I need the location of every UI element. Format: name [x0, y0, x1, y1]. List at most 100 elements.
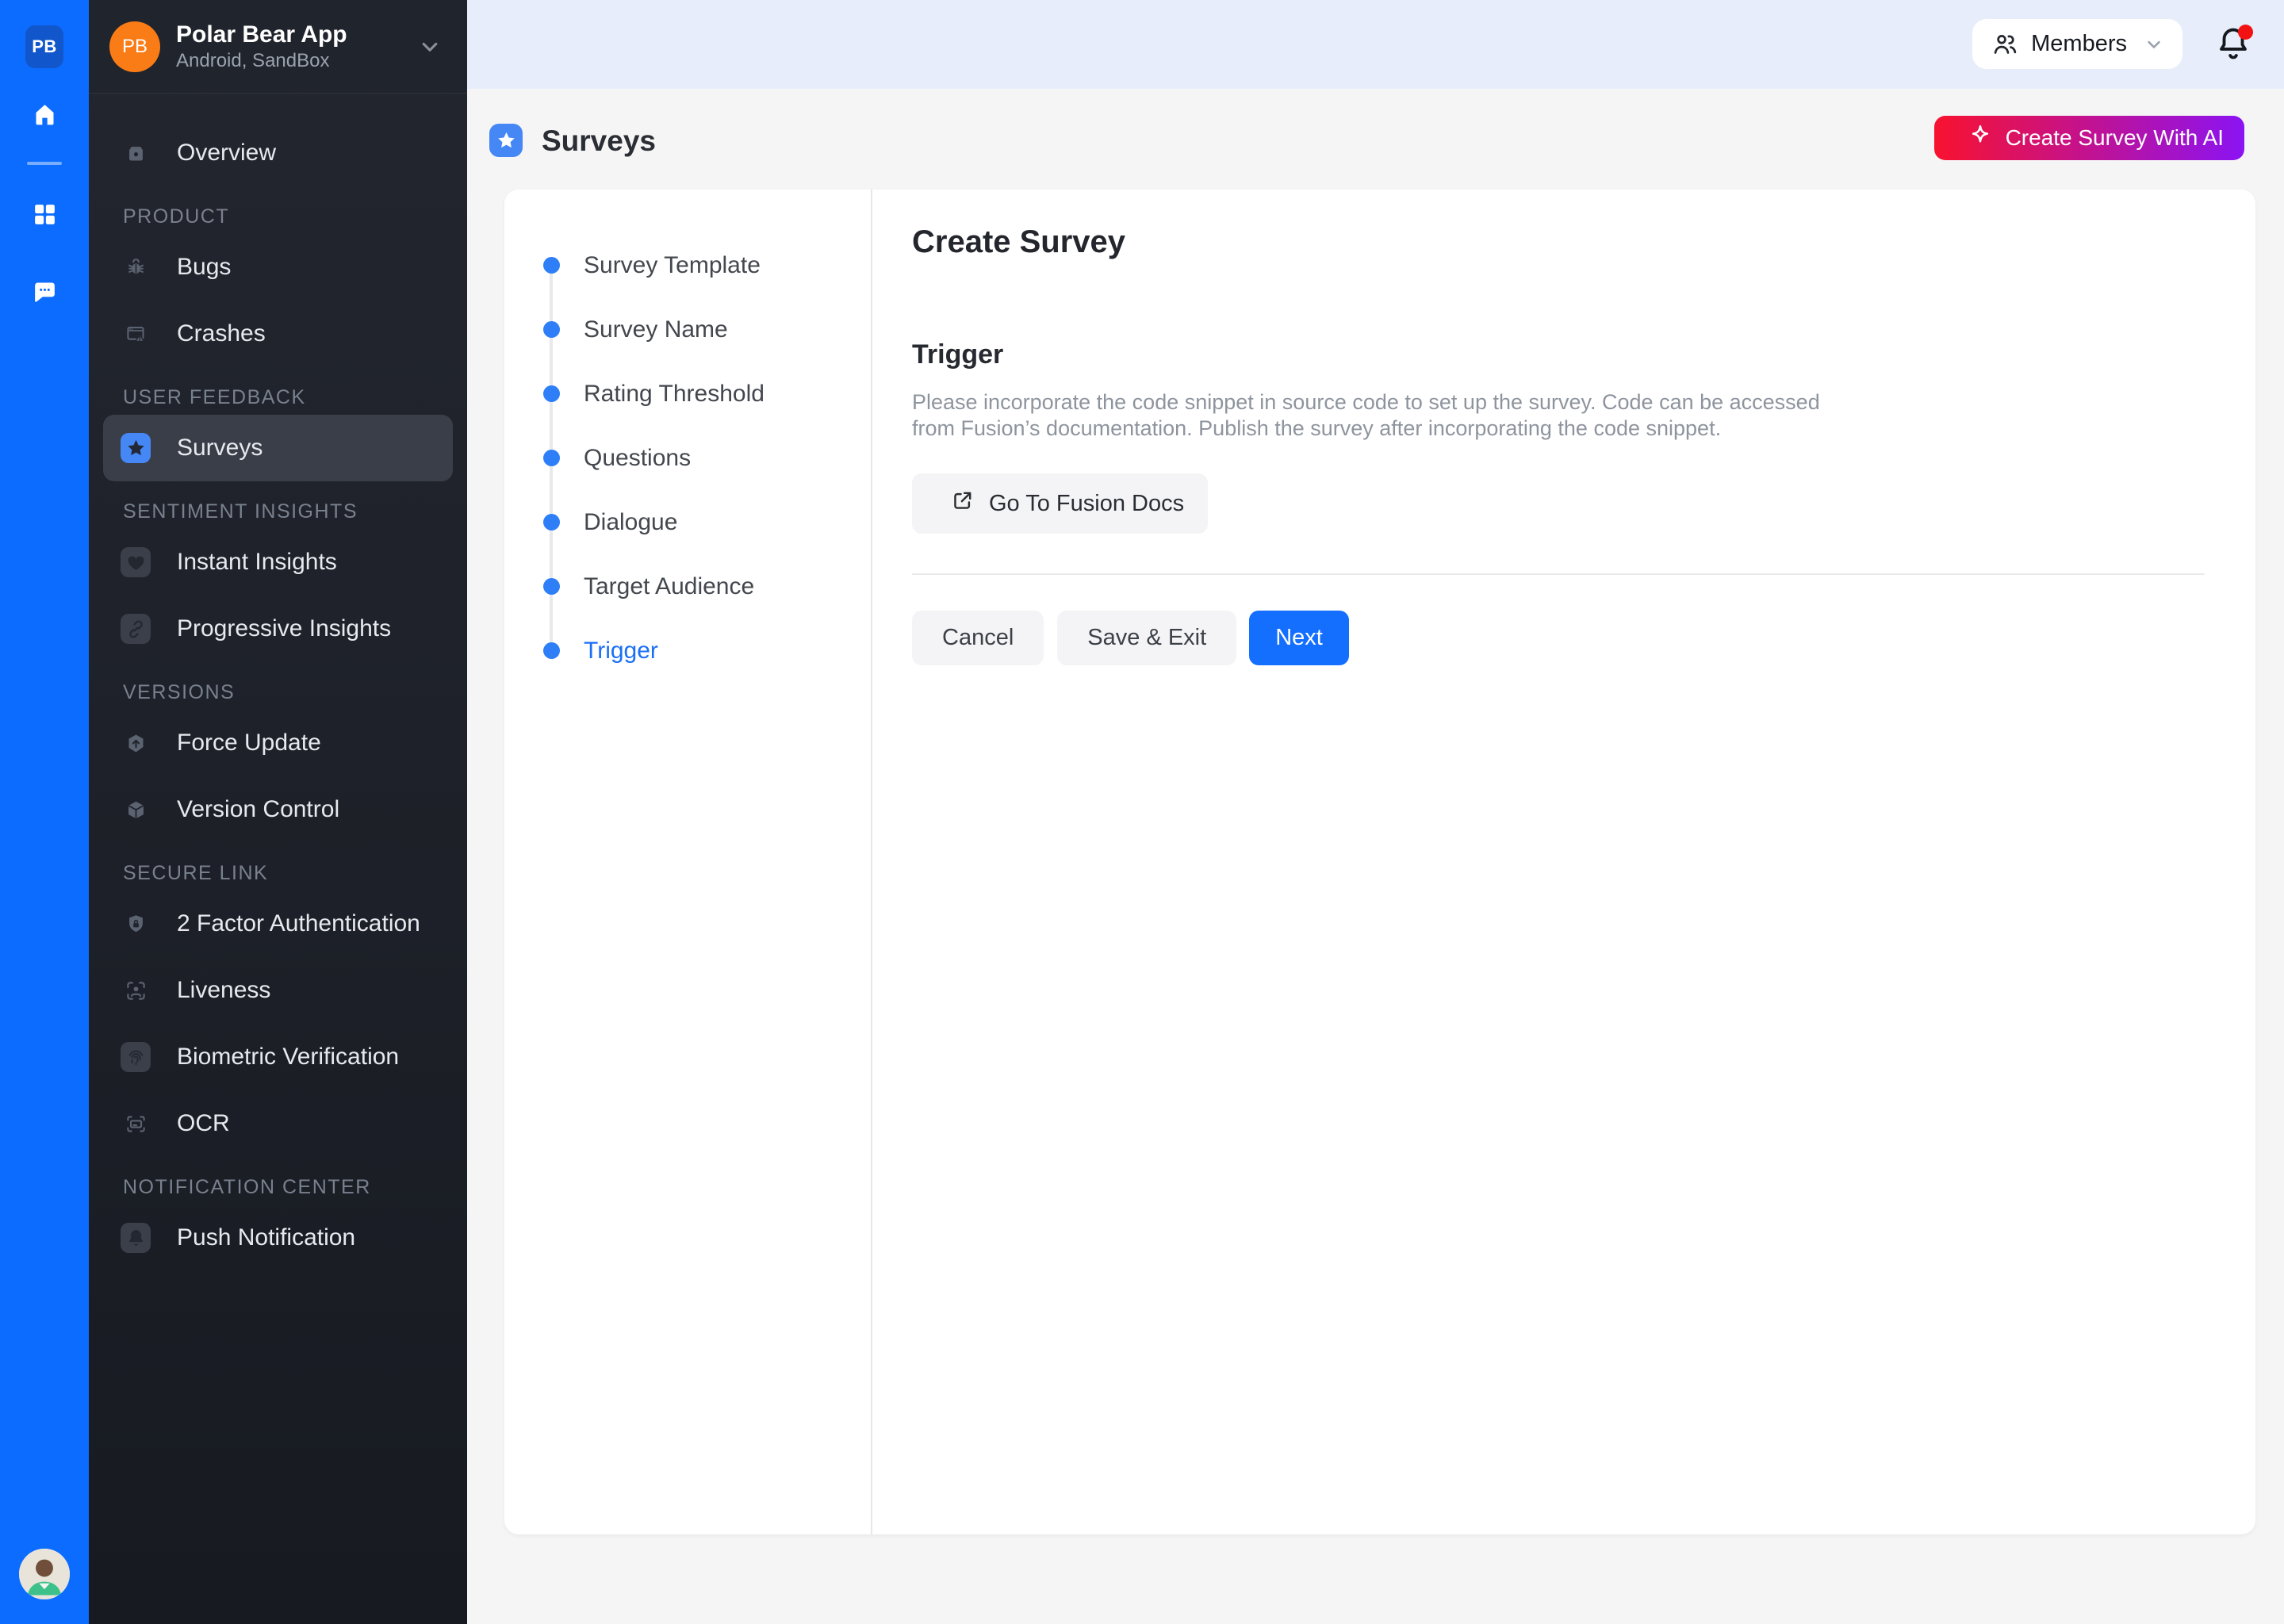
workspace-badge[interactable]: PB	[25, 25, 63, 68]
members-button[interactable]: Members	[1972, 19, 2182, 69]
sidebar-item-label: OCR	[177, 1110, 230, 1137]
hexagon-arrow-up-icon	[121, 728, 151, 758]
page-header: Surveys Create Survey With AI	[467, 89, 2284, 190]
sidebar-item-label: Instant Insights	[177, 549, 337, 576]
nav-section-versions: VERSIONS	[103, 675, 453, 710]
step-label: Dialogue	[584, 509, 677, 536]
step-dot	[543, 450, 560, 466]
page-title: Surveys	[542, 124, 656, 159]
step-dot	[543, 642, 560, 659]
topbar: Members	[467, 0, 2284, 89]
sidebar-item-liveness[interactable]: Liveness	[103, 957, 453, 1024]
chevron-down-icon	[416, 33, 443, 60]
nav-section-notification-center: NOTIFICATION CENTER	[103, 1170, 453, 1205]
save-and-exit-button[interactable]: Save & Exit	[1057, 611, 1236, 665]
link-icon	[121, 614, 151, 644]
sidebar-nav: Overview PRODUCTBugsCrashes USER FEEDBACK S…	[89, 94, 467, 1271]
sidebar-item-label: Progressive Insights	[177, 615, 391, 642]
shield-lock-icon	[121, 909, 151, 939]
people-icon	[1991, 31, 2018, 58]
bug-icon	[121, 252, 151, 282]
rail-divider	[27, 162, 62, 165]
step-dot	[543, 514, 560, 530]
sidebar-item-label: Biometric Verification	[177, 1044, 399, 1071]
step-description: Please incorporate the code snippet in s…	[912, 389, 1840, 442]
wizard-actions: Cancel Save & Exit Next	[912, 611, 2205, 665]
app-subtitle: Android, SandBox	[176, 49, 416, 73]
app-rail: PB	[0, 0, 89, 1624]
sidebar-item-progressive-insights[interactable]: Progressive Insights	[103, 596, 453, 662]
sidebar-item-surveys[interactable]: Surveys	[103, 415, 453, 481]
sidebar-item-label: 2 Factor Authentication	[177, 910, 420, 937]
sidebar-item-bugs[interactable]: Bugs	[103, 234, 453, 301]
sidebar-item-ocr[interactable]: OCR	[103, 1090, 453, 1157]
bell-icon	[2215, 52, 2251, 66]
footer-divider	[912, 573, 2205, 575]
step-label: Questions	[584, 445, 691, 472]
create-survey-card: Survey Template Survey Name Rating Thresho…	[504, 190, 2255, 1534]
notifications-button[interactable]	[2215, 26, 2251, 63]
sidebar-item-label: Push Notification	[177, 1224, 355, 1251]
face-scan-icon	[121, 975, 151, 1005]
step-label: Survey Name	[584, 316, 728, 343]
app-switcher[interactable]: PB Polar Bear App Android, SandBox	[89, 0, 467, 94]
step-label: Rating Threshold	[584, 381, 765, 408]
surveys-star-icon	[489, 124, 523, 157]
home-icon[interactable]	[22, 92, 67, 136]
chat-icon[interactable]	[22, 269, 67, 313]
nav-section-product: PRODUCT	[103, 199, 453, 234]
sidebar: PB Polar Bear App Android, SandBox Overv…	[89, 0, 467, 1624]
sidebar-item-crashes[interactable]: Crashes	[103, 301, 453, 367]
step-questions[interactable]: Questions	[504, 426, 871, 490]
step-trigger[interactable]: Trigger	[504, 619, 871, 683]
app-avatar: PB	[109, 21, 160, 72]
step-dot	[543, 321, 560, 338]
step-target-audience[interactable]: Target Audience	[504, 554, 871, 619]
star-icon	[121, 433, 151, 463]
step-rating-threshold[interactable]: Rating Threshold	[504, 362, 871, 426]
heart-icon	[121, 547, 151, 577]
notification-dot	[2238, 25, 2253, 40]
nav-section-secure-link: SECURE LINK	[103, 856, 453, 891]
wizard-panel: Create Survey Trigger Please incorporate…	[872, 190, 2255, 1534]
sidebar-item-2-factor-authentication[interactable]: 2 Factor Authentication	[103, 891, 453, 957]
sidebar-item-version-control[interactable]: Version Control	[103, 776, 453, 843]
user-avatar[interactable]	[19, 1549, 70, 1599]
fingerprint-icon	[121, 1042, 151, 1072]
step-dialogue[interactable]: Dialogue	[504, 490, 871, 554]
sidebar-item-instant-insights[interactable]: Instant Insights	[103, 529, 453, 596]
chevron-down-icon	[2143, 33, 2165, 56]
sidebar-item-push-notification[interactable]: Push Notification	[103, 1205, 453, 1271]
sidebar-item-label: Version Control	[177, 796, 339, 823]
cancel-button[interactable]: Cancel	[912, 611, 1044, 665]
bell-icon	[121, 1223, 151, 1253]
step-survey-template[interactable]: Survey Template	[504, 233, 871, 297]
external-link-icon	[950, 488, 975, 519]
go-to-fusion-docs-button[interactable]: Go To Fusion Docs	[912, 473, 1208, 534]
panel-title: Create Survey	[912, 224, 2205, 260]
sidebar-item-biometric-verification[interactable]: Biometric Verification	[103, 1024, 453, 1090]
grid-icon[interactable]	[22, 192, 67, 236]
step-dot	[543, 257, 560, 274]
next-button[interactable]: Next	[1249, 611, 1349, 665]
step-dot	[543, 385, 560, 402]
nav-section-user-feedback: USER FEEDBACK	[103, 380, 453, 415]
sparkle-icon	[1968, 123, 1993, 154]
step-label: Trigger	[584, 638, 658, 665]
step-section-title: Trigger	[912, 339, 2205, 370]
step-dot	[543, 578, 560, 595]
sidebar-item-force-update[interactable]: Force Update	[103, 710, 453, 776]
sidebar-item-label: Overview	[177, 140, 276, 167]
sidebar-item-overview[interactable]: Overview	[103, 120, 453, 186]
sidebar-item-label: Surveys	[177, 435, 263, 462]
create-survey-with-ai-button[interactable]: Create Survey With AI	[1934, 116, 2244, 160]
step-survey-name[interactable]: Survey Name	[504, 297, 871, 362]
app-root: PB PB Polar Bear App Android, SandBox Ov…	[0, 0, 2284, 1624]
nav-section-sentiment-insights: SENTIMENT INSIGHTS	[103, 494, 453, 529]
step-label: Survey Template	[584, 252, 761, 279]
id-card-scan-icon	[121, 1109, 151, 1139]
cube-icon	[121, 795, 151, 825]
app-name: Polar Bear App	[176, 21, 416, 49]
wizard-stepper: Survey Template Survey Name Rating Thresho…	[504, 190, 872, 1534]
main-content: Members Surveys Create Survey With AI Su…	[467, 0, 2284, 1624]
